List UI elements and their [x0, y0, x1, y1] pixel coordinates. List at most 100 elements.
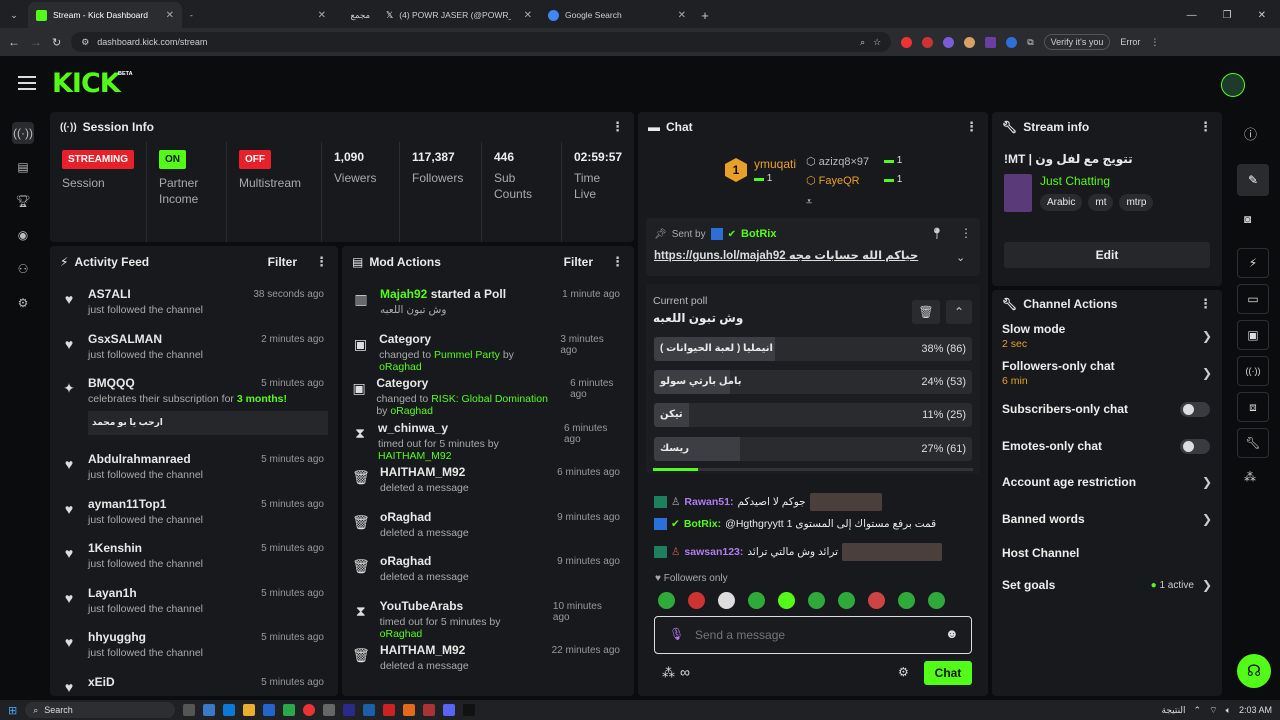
- bookmark-star-icon[interactable]: ☆: [873, 37, 881, 48]
- app-icon[interactable]: [343, 704, 356, 716]
- more-menu-icon[interactable]: ⋮: [1199, 296, 1212, 312]
- chat-bubble-icon[interactable]: ▣: [1237, 320, 1269, 350]
- trophy-icon[interactable]: 🏆︎: [12, 190, 34, 212]
- analytics-icon[interactable]: ▤: [12, 156, 34, 178]
- user-name[interactable]: oRaghad: [380, 510, 469, 524]
- app-icon[interactable]: [283, 704, 296, 716]
- leader-name[interactable]: ymuqati: [754, 157, 796, 171]
- settings-gear-icon[interactable]: ⚙: [12, 292, 34, 314]
- new-tab-icon[interactable]: +: [694, 2, 716, 28]
- steam-icon[interactable]: [363, 704, 376, 716]
- unpin-icon[interactable]: 📍︎: [930, 227, 944, 240]
- user-name[interactable]: AS7ALI: [88, 287, 203, 301]
- moderator-name[interactable]: oRaghad: [380, 628, 423, 640]
- host-channel-row[interactable]: Host Channel: [992, 537, 1222, 569]
- tray-chevron-icon[interactable]: ⌃: [1194, 705, 1202, 716]
- user-avatar[interactable]: [1221, 73, 1245, 97]
- extension-icon[interactable]: [922, 36, 934, 48]
- edit-stream-button[interactable]: Edit: [1004, 242, 1210, 268]
- emote-icon[interactable]: [868, 592, 885, 609]
- moderator-name[interactable]: oRaghad: [390, 405, 433, 417]
- category-link[interactable]: Just Chatting: [1040, 174, 1110, 188]
- emoji-picker-icon[interactable]: ☻: [945, 626, 959, 641]
- slow-mode-row[interactable]: Slow mode 2 sec ❯: [992, 318, 1222, 355]
- chevron-down-icon[interactable]: ⌄: [956, 251, 965, 264]
- error-badge[interactable]: Error: [1120, 37, 1140, 47]
- url-field[interactable]: ⚙ dashboard.kick.com/stream ⌕ ☆: [71, 32, 892, 52]
- emote-icon[interactable]: [898, 592, 915, 609]
- document-icon[interactable]: ▭: [1237, 284, 1269, 314]
- emote-icon[interactable]: [808, 592, 825, 609]
- edge-icon[interactable]: [223, 704, 236, 716]
- chat-username[interactable]: BotRix:: [684, 518, 721, 530]
- user-name[interactable]: Layan1h: [88, 586, 203, 600]
- send-chat-button[interactable]: Chat: [924, 661, 972, 685]
- tab-list-icon[interactable]: ⌄: [0, 2, 28, 28]
- tag-chip[interactable]: mt: [1088, 194, 1114, 211]
- stream-broadcast-icon[interactable]: ((·)): [12, 122, 34, 144]
- extensions-puzzle-icon[interactable]: ⧉: [1027, 37, 1033, 48]
- network-icon[interactable]: ⌔: [1209, 705, 1217, 716]
- taskbar-search[interactable]: ⌕ Search: [25, 702, 176, 718]
- chrome-icon[interactable]: [303, 704, 316, 716]
- tag-chip[interactable]: Arabic: [1040, 194, 1083, 211]
- category-name[interactable]: Pummel Party: [434, 349, 500, 361]
- close-window-icon[interactable]: ✕: [1258, 10, 1266, 21]
- tag-chip[interactable]: mtrp: [1119, 194, 1154, 211]
- microphone-icon[interactable]: 🎙︎: [669, 627, 684, 641]
- extension-icon[interactable]: [901, 36, 913, 48]
- tab-kick-dashboard[interactable]: Stream - Kick Dashboard ✕: [28, 2, 182, 28]
- user-name[interactable]: Abdulrahmanraed: [88, 452, 203, 466]
- more-menu-icon[interactable]: ⋮: [315, 254, 328, 270]
- camera-capture-icon[interactable]: ◙: [1244, 212, 1251, 226]
- chat-username[interactable]: sawsan123:: [684, 546, 743, 558]
- volume-icon[interactable]: 🔈︎: [1226, 705, 1231, 716]
- info-icon[interactable]: ⓘ: [1244, 124, 1257, 143]
- kick-logo[interactable]: KICK: [52, 68, 121, 99]
- user-name[interactable]: YouTubeArabs: [380, 599, 543, 613]
- user-name[interactable]: HAITHAM_M92: [380, 643, 469, 657]
- close-tab-icon[interactable]: ✕: [678, 10, 686, 21]
- category-thumbnail[interactable]: [1004, 174, 1032, 212]
- extension-icon[interactable]: [964, 36, 976, 48]
- broadcast-icon[interactable]: ((·)): [1237, 356, 1269, 386]
- media-icon[interactable]: ⧈: [1237, 392, 1269, 422]
- support-headset-icon[interactable]: ☊: [1237, 654, 1271, 688]
- more-menu-icon[interactable]: ⋮: [965, 119, 978, 135]
- tiktok-icon[interactable]: [463, 704, 476, 716]
- forward-icon[interactable]: →: [30, 35, 42, 49]
- clock[interactable]: 2:03 AM: [1239, 705, 1272, 715]
- profile-button[interactable]: Verify it's you: [1043, 34, 1111, 50]
- tab-2[interactable]: - ✕: [182, 2, 334, 28]
- lightning-icon[interactable]: ⚡︎: [1237, 248, 1269, 278]
- more-menu-icon[interactable]: ⋮: [611, 119, 624, 135]
- chat-message-input[interactable]: [695, 625, 935, 645]
- user-name[interactable]: GsxSALMAN: [88, 332, 203, 346]
- collapse-poll-icon[interactable]: ⌃: [946, 300, 972, 324]
- chat-username[interactable]: Rawan51:: [684, 496, 733, 508]
- file-explorer-icon[interactable]: [243, 704, 256, 716]
- tab-google[interactable]: Google Search ✕: [540, 2, 694, 28]
- extension-icon[interactable]: [1006, 36, 1018, 48]
- user-name[interactable]: Majah92: [380, 287, 427, 301]
- emotes-only-toggle[interactable]: [1180, 438, 1210, 454]
- wrench-icon[interactable]: 🔧︎: [1237, 428, 1269, 458]
- back-icon[interactable]: ←: [8, 35, 20, 49]
- task-view-icon[interactable]: [183, 704, 196, 716]
- obs-icon[interactable]: [323, 704, 336, 716]
- user-name[interactable]: xEiD: [88, 675, 115, 689]
- user-name[interactable]: oRaghad: [380, 554, 469, 568]
- extension-icon[interactable]: [985, 36, 997, 48]
- chat-features-icon[interactable]: ⁂: [662, 665, 675, 681]
- leader-name[interactable]: azizq8×97: [819, 156, 869, 168]
- filter-button[interactable]: Filter: [564, 255, 593, 269]
- moderator-name[interactable]: HAITHAM_M92: [378, 450, 452, 462]
- app-icon[interactable]: [383, 704, 396, 716]
- emote-icon[interactable]: [688, 592, 705, 609]
- expand-leaderboard-icon[interactable]: ⩡: [806, 196, 812, 209]
- banned-words-row[interactable]: Banned words ❯: [992, 501, 1222, 538]
- chat-settings-gear-icon[interactable]: ⚙: [898, 665, 909, 679]
- user-name[interactable]: w_chinwa_y: [378, 421, 554, 435]
- set-goals-row[interactable]: Set goals ● 1 active ❯: [992, 569, 1222, 601]
- user-name[interactable]: ayman11Top1: [88, 497, 203, 511]
